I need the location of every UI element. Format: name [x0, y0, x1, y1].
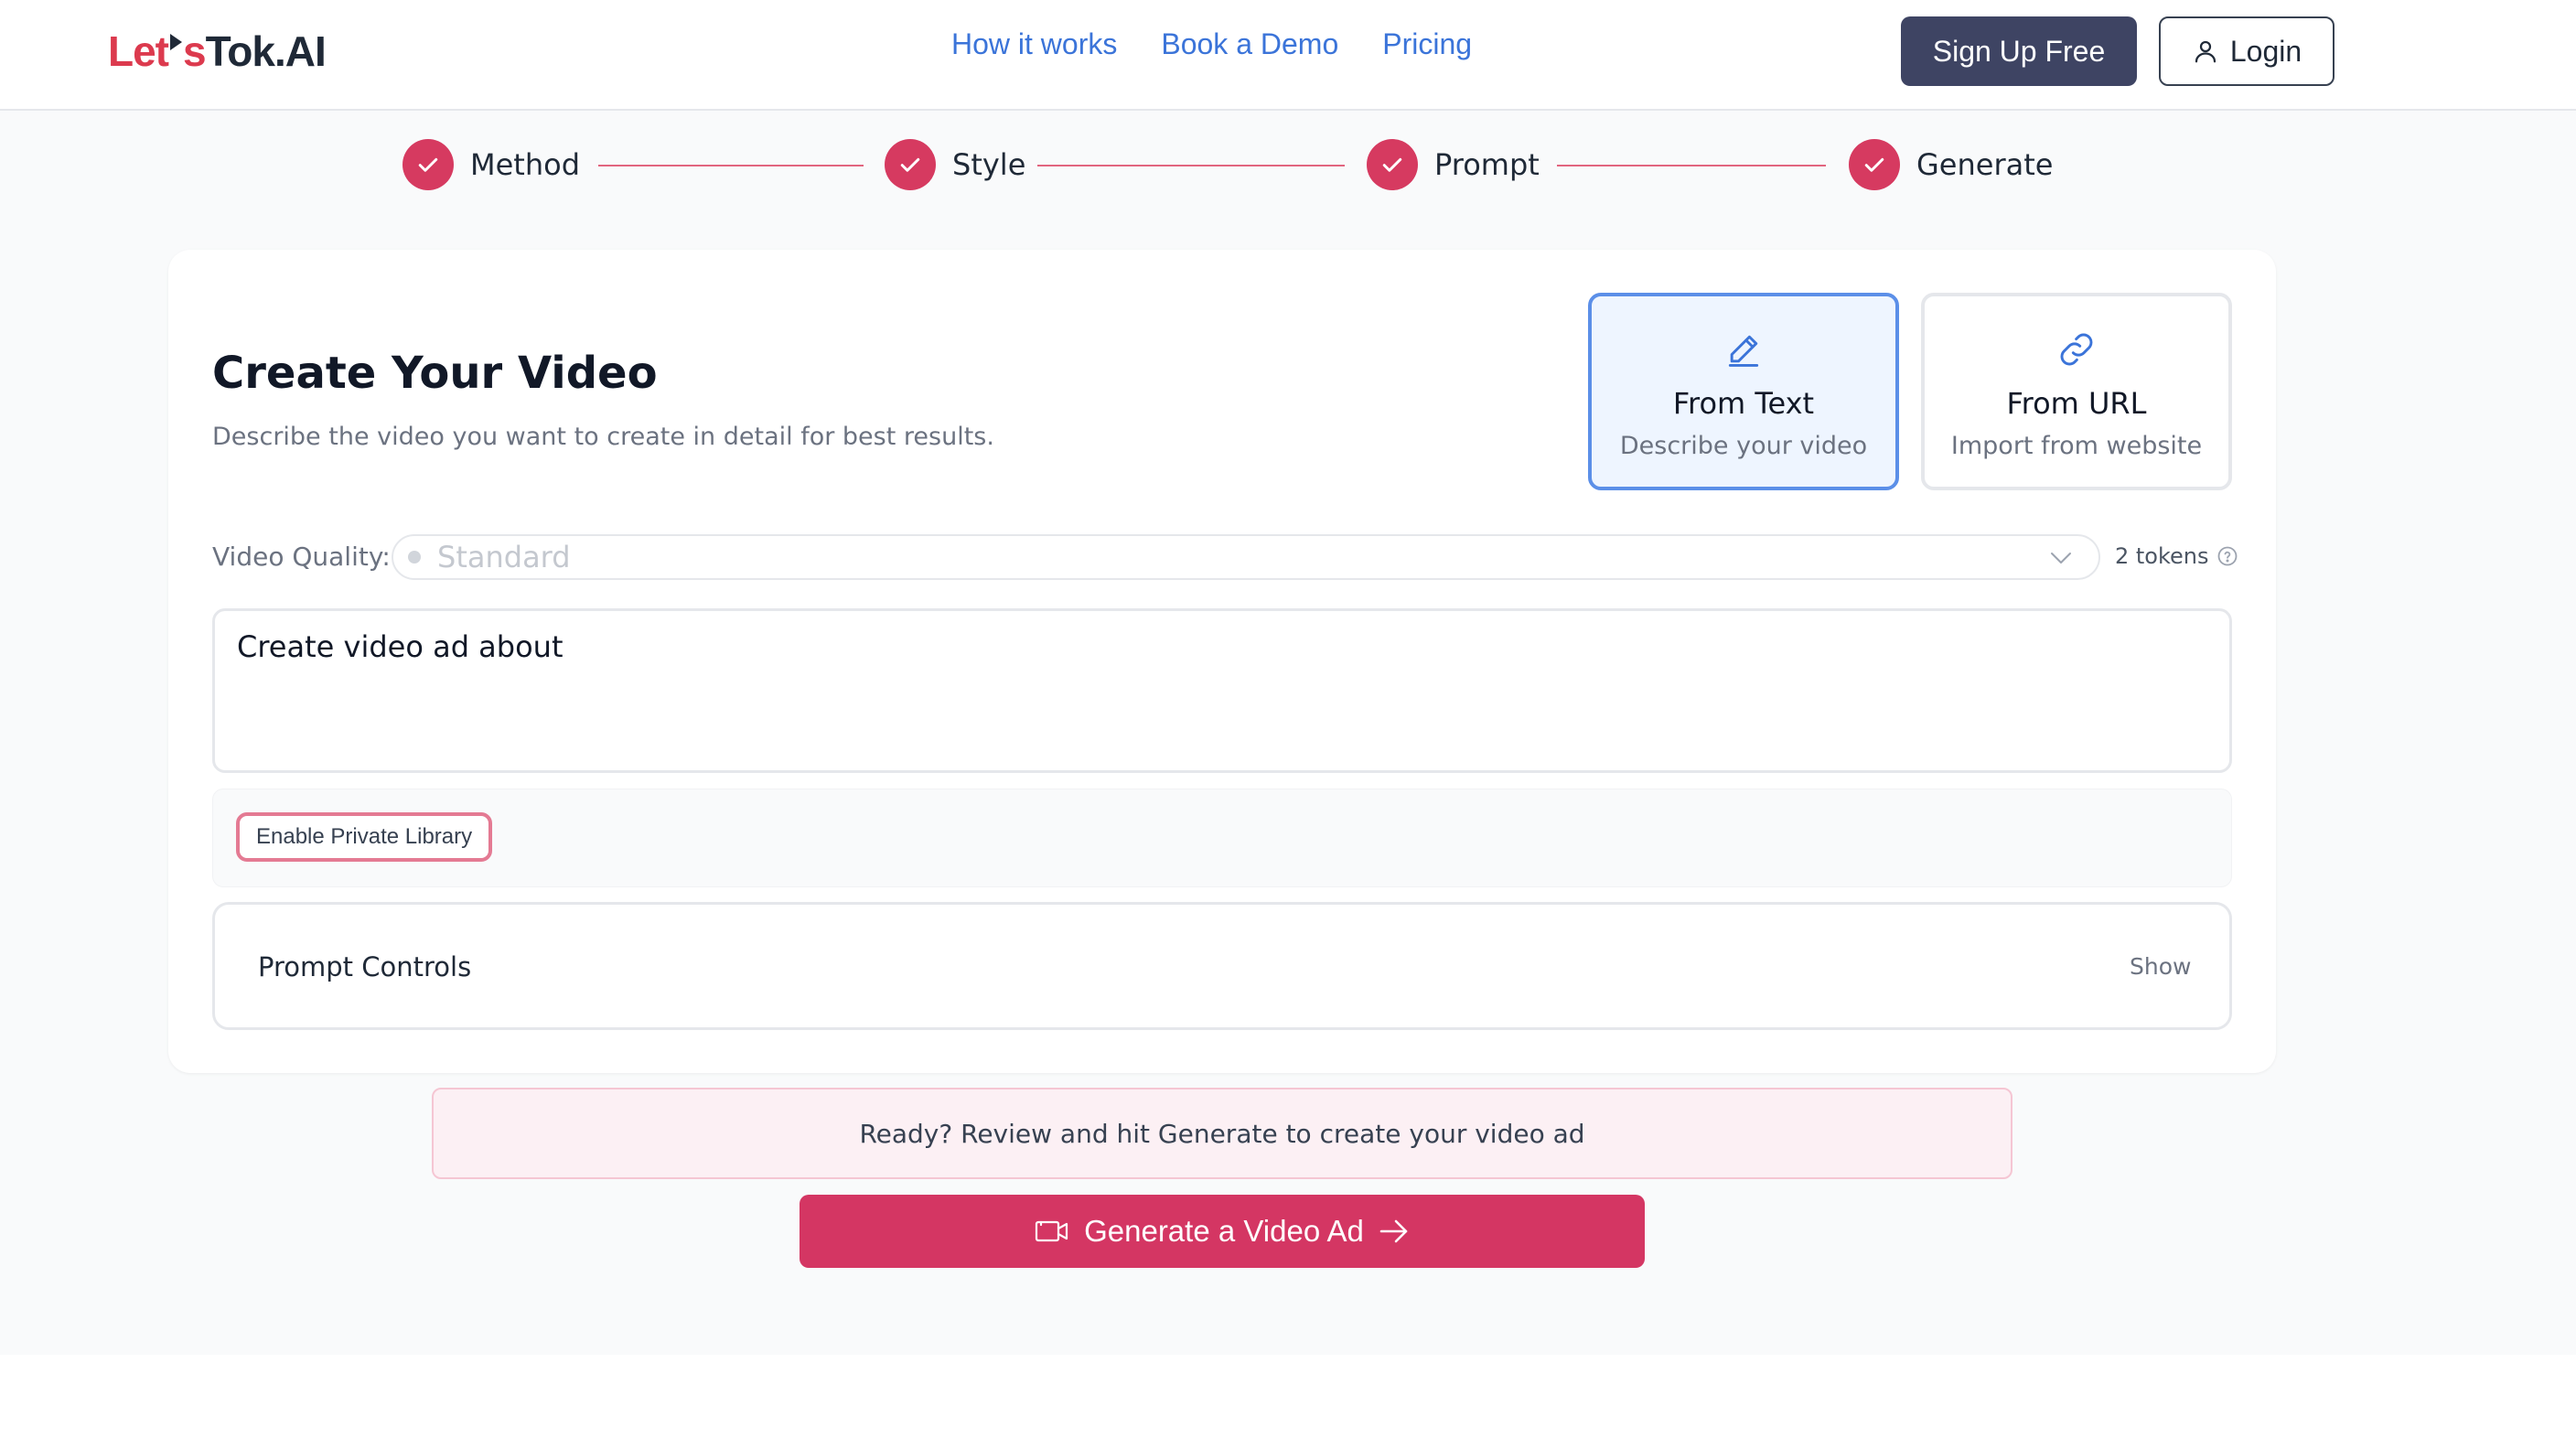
step-check-icon: [1367, 139, 1418, 190]
logo-text-let: Let: [108, 27, 169, 75]
private-library-row: [212, 789, 2232, 887]
prompt-controls-label: Prompt Controls: [258, 951, 472, 982]
logo-play-icon: [170, 34, 182, 50]
user-icon: [2195, 40, 2216, 63]
step-generate[interactable]: Generate: [1849, 139, 2053, 190]
video-quality-value: Standard: [437, 540, 571, 574]
nav-link-book-demo[interactable]: Book a Demo: [1161, 27, 1338, 61]
signup-button[interactable]: Sign Up Free: [1901, 16, 2137, 86]
top-header: Let s Tok.AI How it works Book a Demo Pric…: [0, 0, 2576, 111]
video-quality-label: Video Quality:: [212, 542, 391, 572]
step-prompt[interactable]: Prompt: [1367, 139, 1540, 190]
step-label: Style: [952, 147, 1026, 182]
prompt-textarea[interactable]: Create video ad about: [212, 608, 2232, 773]
status-dot-icon: [408, 551, 421, 564]
prompt-controls-panel[interactable]: [212, 902, 2232, 1030]
step-check-icon: [402, 139, 454, 190]
help-icon[interactable]: [2216, 545, 2238, 567]
ready-banner: Ready? Review and hit Generate to create…: [432, 1088, 2012, 1179]
video-quality-select[interactable]: Standard: [392, 534, 2100, 580]
step-connector: [598, 165, 864, 166]
enable-private-library-button[interactable]: Enable Private Library: [236, 812, 493, 862]
step-label: Prompt: [1434, 147, 1540, 182]
arrow-right-icon: [1379, 1219, 1408, 1243]
step-connector: [1037, 165, 1345, 166]
chevron-down-icon: [2051, 553, 2071, 564]
brand-logo[interactable]: Let s Tok.AI: [108, 26, 327, 77]
step-label: Method: [470, 147, 581, 182]
main-nav: How it works Book a Demo Pricing: [951, 27, 1472, 61]
step-label: Generate: [1916, 147, 2054, 182]
logo-text-s: s: [183, 27, 207, 75]
generate-label: Generate a Video Ad: [1084, 1214, 1364, 1248]
prompt-controls-show-toggle[interactable]: Show: [2130, 953, 2191, 980]
step-method[interactable]: Method: [402, 139, 580, 190]
logo-text-tokai: Tok.AI: [205, 27, 327, 75]
method-subtitle: Import from website: [1950, 432, 2203, 460]
step-check-icon: [885, 139, 936, 190]
step-style[interactable]: Style: [885, 139, 1025, 190]
page-subtitle: Describe the video you want to create in…: [212, 423, 994, 451]
step-connector: [1557, 165, 1826, 166]
login-button[interactable]: Login: [2159, 16, 2334, 86]
method-from-url[interactable]: From URL Import from website: [1921, 293, 2232, 490]
login-label: Login: [2229, 34, 2302, 68]
nav-link-how-it-works[interactable]: How it works: [951, 27, 1117, 61]
page-title: Create Your Video: [212, 348, 658, 399]
token-count: 2 tokens: [2115, 543, 2209, 569]
step-check-icon: [1849, 139, 1900, 190]
ready-message: Ready? Review and hit Generate to create…: [859, 1118, 1585, 1149]
video-camera-icon: [1035, 1220, 1068, 1242]
token-cost: 2 tokens: [2115, 543, 2238, 569]
nav-link-pricing[interactable]: Pricing: [1382, 27, 1472, 61]
link-icon: [2060, 333, 2093, 366]
method-subtitle: Describe your video: [1619, 432, 1868, 460]
method-from-text[interactable]: From Text Describe your video: [1588, 293, 1899, 490]
method-title: From Text: [1672, 386, 1815, 421]
method-title: From URL: [2006, 386, 2147, 421]
generate-video-ad-button[interactable]: Generate a Video Ad: [800, 1195, 1645, 1268]
pencil-icon: [1728, 335, 1759, 367]
